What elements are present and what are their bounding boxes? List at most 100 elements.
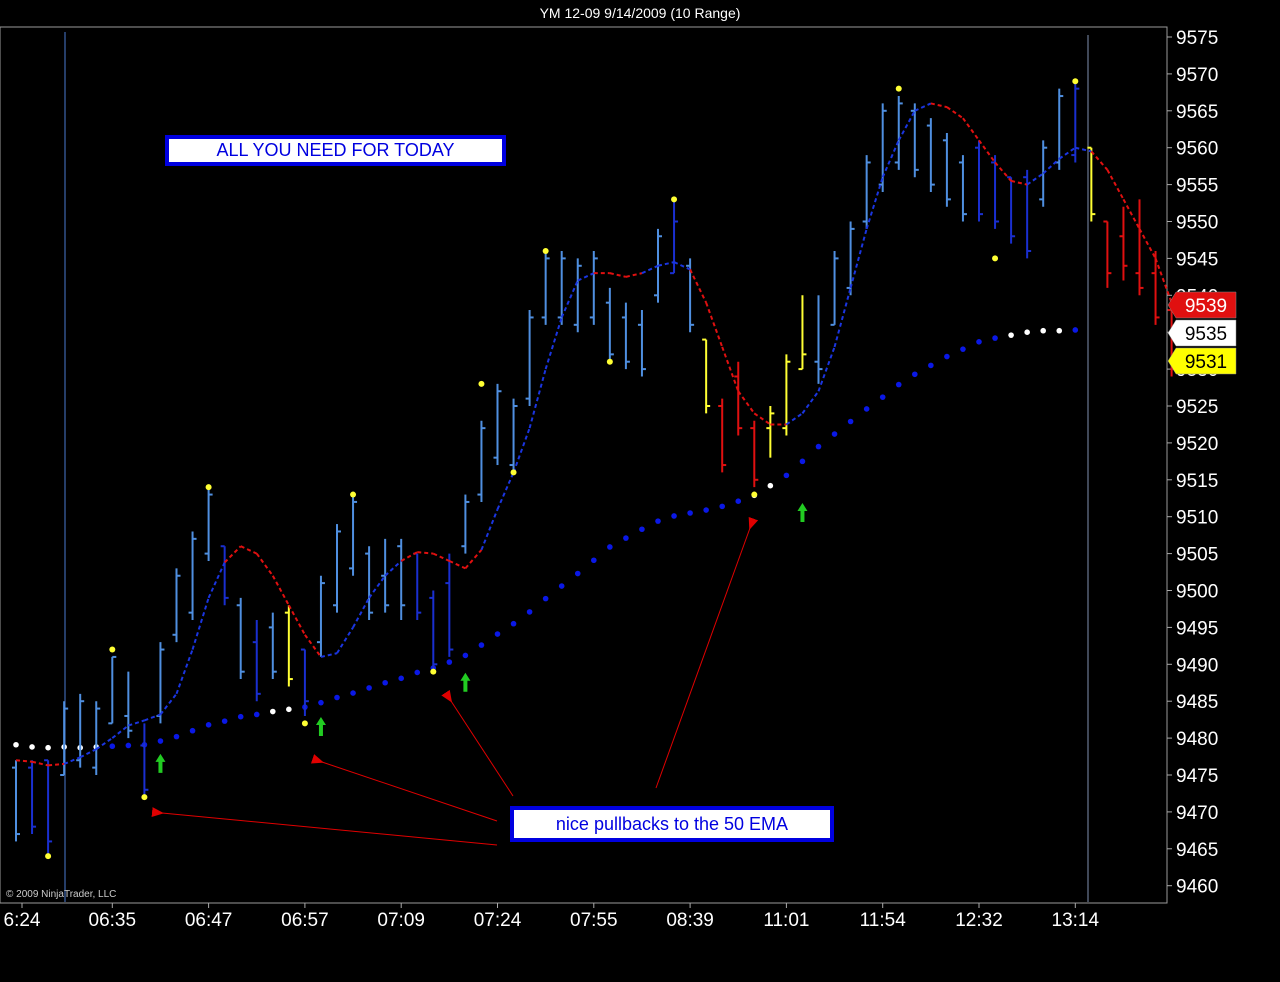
price-marker-label: 9531 xyxy=(1185,352,1227,373)
swing-marker xyxy=(895,85,902,92)
swing-marker xyxy=(671,196,678,203)
fast-ma-segment xyxy=(191,597,210,650)
ema50-point xyxy=(13,741,19,748)
ohlc-bar xyxy=(140,723,149,798)
ema50-point xyxy=(1040,327,1046,334)
up-arrow-icon xyxy=(315,717,326,737)
ema50-point xyxy=(109,743,116,750)
y-tick-label: 9490 xyxy=(1176,655,1218,676)
ema50-point xyxy=(1008,332,1014,338)
x-tick-label: 07:09 xyxy=(377,910,425,931)
x-axis: 6:24 06:35 06:47 06:57 07:09 07:24 07:55 08:39 1… xyxy=(4,903,1100,931)
ohlc-bar xyxy=(766,406,775,458)
ema50-point xyxy=(895,381,902,388)
fast-ma-segment xyxy=(352,597,370,628)
ohlc-bar xyxy=(349,494,358,576)
headline-label: ALL YOU NEED FOR TODAY xyxy=(165,135,506,166)
ema50-point xyxy=(125,742,132,749)
ema50-point xyxy=(783,472,790,479)
fast-ma-segment xyxy=(287,604,306,636)
ohlc-bar xyxy=(734,361,743,436)
swing-marker xyxy=(430,668,437,675)
ohlc-bar xyxy=(894,96,903,170)
ema50-point xyxy=(398,675,405,682)
fast-ma-segment xyxy=(914,102,932,112)
x-tick-label: 11:54 xyxy=(860,910,907,931)
ohlc-bar xyxy=(108,655,117,725)
ema50-point xyxy=(205,722,212,728)
fast-ma-segment xyxy=(223,545,242,564)
ema50-point xyxy=(270,708,276,715)
ohlc-bar xyxy=(621,302,630,370)
y-tick-label: 9495 xyxy=(1176,618,1218,639)
ohlc-bar xyxy=(942,132,951,207)
fast-ma-segment xyxy=(897,110,916,141)
ema50-point xyxy=(928,362,934,369)
ema50-point xyxy=(767,482,774,489)
ohlc-bar xyxy=(830,251,839,326)
swing-markers xyxy=(45,78,1079,860)
swing-marker xyxy=(992,255,999,262)
ohlc-bar xyxy=(718,398,727,473)
y-axis: 9460 9465 9470 9475 9480 9485 9490 9495 9500 9505… xyxy=(1167,28,1218,898)
ohlc-bar xyxy=(589,251,598,325)
ema50-point xyxy=(912,371,918,378)
y-tick-label: 9460 xyxy=(1176,877,1218,898)
swing-marker xyxy=(301,720,308,727)
x-tick-label: 07:24 xyxy=(474,910,522,931)
fast-ma-segment xyxy=(336,626,354,654)
fast-ma-segment xyxy=(978,139,996,164)
ohlc-bar xyxy=(525,310,534,406)
fast-ma-segment xyxy=(111,724,129,739)
x-tick-label: 12:32 xyxy=(955,910,1003,931)
ema50-point xyxy=(253,711,260,718)
ema50-point xyxy=(45,744,51,751)
ohlc-bar xyxy=(1135,199,1144,296)
ema50-point xyxy=(687,510,693,516)
swing-marker xyxy=(751,491,758,498)
swing-marker xyxy=(1072,78,1079,85)
y-tick-label: 9505 xyxy=(1176,545,1218,566)
ohlc-bar xyxy=(413,552,422,621)
ohlc-bar xyxy=(461,494,470,554)
ema50-point xyxy=(992,335,998,341)
fast-ma-segment xyxy=(464,549,483,570)
ema50-point xyxy=(157,738,164,744)
ema50-point xyxy=(623,535,629,541)
x-tick-label: 13:14 xyxy=(1052,910,1100,931)
fast-ma-segment xyxy=(1058,146,1076,160)
fast-ma-segment xyxy=(496,472,515,510)
ema50-point xyxy=(655,518,661,524)
buy-arrows xyxy=(155,503,808,773)
y-tick-label: 9480 xyxy=(1176,729,1218,750)
fast-ma-segment xyxy=(1026,172,1044,186)
fast-ma-line xyxy=(15,102,1173,767)
x-tick-label: 06:57 xyxy=(281,910,329,931)
ohlc-bar xyxy=(429,590,438,672)
fast-ma-segment xyxy=(128,719,145,727)
fast-ma-segment xyxy=(368,575,386,599)
fast-ma-segment xyxy=(881,139,900,178)
annotation-arrow-4 xyxy=(655,516,759,789)
y-tick-label: 9565 xyxy=(1176,102,1218,123)
y-tick-label: 9500 xyxy=(1176,582,1218,603)
price-marker-label: 9535 xyxy=(1185,324,1227,345)
annotation-arrow-1 xyxy=(151,807,498,846)
fast-ma-segment xyxy=(384,560,402,577)
annotation-arrows xyxy=(151,516,759,846)
fast-ma-segment xyxy=(689,269,708,304)
ohlc-bar xyxy=(926,118,935,192)
fast-ma-segment xyxy=(641,264,659,275)
swing-marker xyxy=(606,358,613,365)
ohlc-bar xyxy=(1007,176,1016,244)
ema50-point xyxy=(414,669,421,676)
ohlc-bar xyxy=(477,420,486,502)
ema50-point xyxy=(446,659,453,665)
y-tick-label: 9545 xyxy=(1176,249,1218,270)
ema50-point xyxy=(847,418,854,425)
fast-ma-segment xyxy=(865,176,884,230)
ema50-point xyxy=(831,431,838,437)
fast-ma-segment xyxy=(144,713,161,722)
fast-ma-segment xyxy=(946,106,964,120)
annotation-arrow-3 xyxy=(441,689,514,797)
